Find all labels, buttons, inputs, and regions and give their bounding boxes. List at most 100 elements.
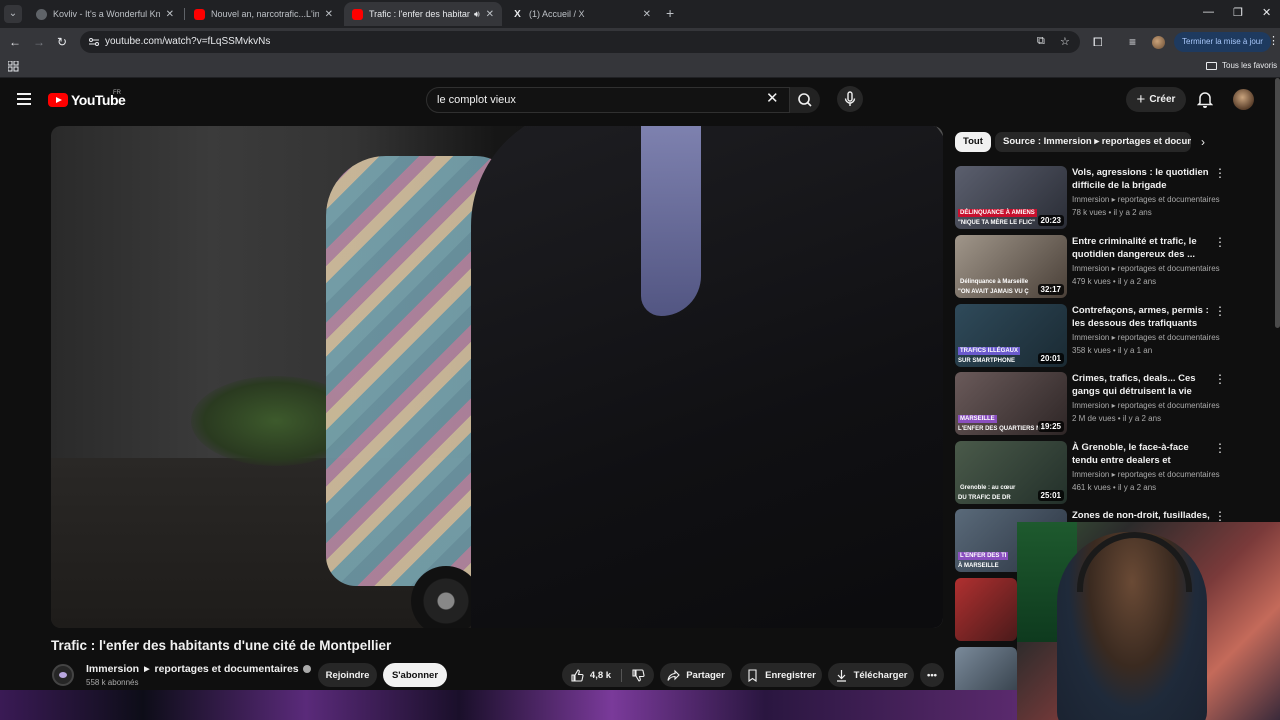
- minimize-icon[interactable]: —: [1203, 6, 1214, 18]
- country-code: FR: [113, 90, 121, 96]
- chevron-right-icon[interactable]: ›: [1201, 135, 1205, 149]
- video-title: Trafic : l'enfer des habitants d'une cit…: [51, 638, 392, 653]
- like-count: 4,8 k: [589, 669, 612, 681]
- more-vertical-icon[interactable]: ⋮: [1214, 236, 1226, 248]
- related-video-title[interactable]: Vols, agressions : le quotidien difficil…: [1072, 166, 1212, 192]
- search-input[interactable]: le complot vieux ✕: [426, 87, 790, 113]
- menu-icon[interactable]: [17, 93, 31, 105]
- bookmark-star-icon[interactable]: ☆: [1060, 35, 1070, 48]
- chip-source[interactable]: Source : Immersion ▸ reportages et docum…: [995, 132, 1191, 152]
- join-button[interactable]: Rejoindre: [318, 663, 377, 687]
- share-arrow-icon: [667, 669, 680, 681]
- reload-icon[interactable]: ↻: [57, 35, 67, 49]
- related-video[interactable]: Délinquance à Marseille "ON AVAIT JAMAIS…: [955, 235, 1230, 299]
- create-button[interactable]: + Créer: [1126, 87, 1186, 112]
- voice-search-button[interactable]: [837, 86, 863, 112]
- thumbnail-caption: TRAFICS ILLÉGAUX: [958, 347, 1020, 355]
- subscribe-button[interactable]: S'abonner: [383, 663, 447, 687]
- close-icon[interactable]: ✕: [643, 9, 651, 20]
- new-tab-button[interactable]: +: [666, 6, 674, 20]
- tab-search-button[interactable]: ⌄: [4, 5, 22, 23]
- update-button[interactable]: Terminer la mise à jour: [1174, 32, 1271, 52]
- related-video-title[interactable]: Entre criminalité et trafic, le quotidie…: [1072, 235, 1212, 261]
- bookmark-icon: [748, 668, 757, 682]
- youtube-play-icon: [48, 93, 68, 107]
- video-thumbnail[interactable]: Délinquance à Marseille "ON AVAIT JAMAIS…: [955, 235, 1067, 298]
- thumbnail-caption: L'ENFER DES TI: [958, 552, 1009, 560]
- video-thumbnail[interactable]: MARSEILLE L'ENFER DES QUARTIERS NO 19:25: [955, 372, 1067, 435]
- more-horizontal-icon: •••: [927, 669, 937, 681]
- more-actions-button[interactable]: •••: [920, 663, 944, 687]
- account-avatar[interactable]: [1233, 89, 1254, 110]
- audio-playing-icon[interactable]: 🔊︎: [474, 9, 480, 20]
- extensions-icon[interactable]: ⧠: [1093, 35, 1103, 50]
- video-thumbnail[interactable]: [955, 647, 1017, 690]
- site-info-icon[interactable]: [88, 36, 100, 48]
- channel-separator-icon: ▶: [144, 666, 150, 673]
- more-vertical-icon[interactable]: ⋮: [1214, 305, 1226, 317]
- like-dislike-group: 4,8 k: [562, 663, 654, 687]
- all-favorites-button[interactable]: Tous les favoris: [1206, 61, 1277, 70]
- thumbnail-subcaption: À MARSEILLE: [958, 563, 999, 569]
- more-vertical-icon[interactable]: ⋮: [1214, 167, 1226, 179]
- install-app-icon[interactable]: ⧉: [1037, 35, 1045, 48]
- video-thumbnail[interactable]: [955, 578, 1017, 641]
- video-frame-strap: [641, 126, 701, 316]
- url-text: youtube.com/watch?v=fLqSSMvkvNs: [105, 36, 271, 47]
- more-vertical-icon[interactable]: ⋮: [1214, 442, 1226, 454]
- clear-search-icon[interactable]: ✕: [766, 91, 779, 107]
- related-video-title[interactable]: Contrefaçons, armes, permis : les dessou…: [1072, 304, 1212, 330]
- close-icon[interactable]: ✕: [486, 9, 494, 20]
- channel-name[interactable]: Immersion ▶ reportages et documentaires: [86, 663, 311, 675]
- related-video-title[interactable]: À Grenoble, le face-à-face tendu entre d…: [1072, 441, 1212, 467]
- share-button[interactable]: Partager: [660, 663, 732, 687]
- forward-arrow-icon[interactable]: →: [33, 35, 45, 49]
- share-label: Partager: [686, 669, 725, 681]
- window-close-icon[interactable]: ✕: [1262, 6, 1271, 19]
- related-video-channel[interactable]: Immersion ▸ reportages et documentaires: [1072, 401, 1222, 410]
- related-video[interactable]: Grenoble : au cœur DU TRAFIC DE DR 25:01…: [955, 441, 1230, 505]
- related-video-channel[interactable]: Immersion ▸ reportages et documentaires: [1072, 470, 1222, 479]
- close-icon[interactable]: ✕: [166, 9, 174, 20]
- more-vertical-icon[interactable]: ⋮: [1214, 373, 1226, 385]
- browser-menu-icon[interactable]: ⋮: [1268, 34, 1279, 47]
- dislike-button[interactable]: [622, 668, 645, 682]
- save-button[interactable]: Enregistrer: [740, 663, 822, 687]
- back-arrow-icon[interactable]: ←: [9, 35, 21, 49]
- video-duration: 20:01: [1037, 353, 1064, 364]
- more-vertical-icon[interactable]: ⋮: [1214, 510, 1226, 522]
- download-button[interactable]: Télécharger: [828, 663, 914, 687]
- related-video-channel[interactable]: Immersion ▸ reportages et documentaires: [1072, 264, 1222, 273]
- search-button[interactable]: [790, 87, 820, 113]
- related-video-title[interactable]: Crimes, trafics, deals... Ces gangs qui …: [1072, 372, 1212, 398]
- notifications-bell-icon[interactable]: [1197, 90, 1213, 108]
- apps-grid-icon[interactable]: [8, 61, 19, 72]
- profile-avatar[interactable]: [1152, 36, 1165, 49]
- page-scrollbar[interactable]: [1275, 78, 1280, 328]
- like-button[interactable]: 4,8 k: [571, 668, 623, 682]
- browser-tab-2[interactable]: Nouvel an, narcotrafic...L'interv ✕: [186, 2, 341, 26]
- reading-list-icon[interactable]: ≡: [1129, 35, 1136, 49]
- related-video[interactable]: MARSEILLE L'ENFER DES QUARTIERS NO 19:25…: [955, 372, 1230, 436]
- browser-tab-3-active[interactable]: Trafic : l'enfer des habitants 🔊︎ ✕: [344, 2, 502, 26]
- close-icon[interactable]: ✕: [325, 9, 333, 20]
- related-video-title[interactable]: Zones de non-droit, fusillades,: [1072, 509, 1212, 522]
- video-thumbnail[interactable]: Grenoble : au cœur DU TRAFIC DE DR 25:01: [955, 441, 1067, 504]
- related-video[interactable]: DÉLINQUANCE À AMIENS "NIQUE TA MÈRE LE F…: [955, 166, 1230, 230]
- download-icon: [836, 669, 846, 682]
- video-player[interactable]: [51, 126, 943, 628]
- chip-all[interactable]: Tout: [955, 132, 991, 152]
- tab-title: Kovliv - It's a Wonderful Knife (: [53, 9, 160, 19]
- maximize-icon[interactable]: ❐: [1233, 6, 1243, 19]
- video-duration: 25:01: [1037, 490, 1064, 501]
- video-thumbnail[interactable]: DÉLINQUANCE À AMIENS "NIQUE TA MÈRE LE F…: [955, 166, 1067, 229]
- related-video-channel[interactable]: Immersion ▸ reportages et documentaires: [1072, 195, 1222, 204]
- related-video-channel[interactable]: Immersion ▸ reportages et documentaires: [1072, 333, 1222, 342]
- thumbnail-caption: Délinquance à Marseille: [960, 279, 1029, 285]
- related-video[interactable]: TRAFICS ILLÉGAUX SUR SMARTPHONE 20:01 Co…: [955, 304, 1230, 368]
- video-thumbnail[interactable]: TRAFICS ILLÉGAUX SUR SMARTPHONE 20:01: [955, 304, 1067, 367]
- address-bar[interactable]: youtube.com/watch?v=fLqSSMvkvNs ⧉ ☆: [80, 31, 1080, 53]
- browser-tab-1[interactable]: Kovliv - It's a Wonderful Knife ( ✕: [28, 2, 182, 26]
- browser-tab-4[interactable]: X (1) Accueil / X ✕: [504, 2, 659, 26]
- channel-avatar[interactable]: [52, 664, 74, 686]
